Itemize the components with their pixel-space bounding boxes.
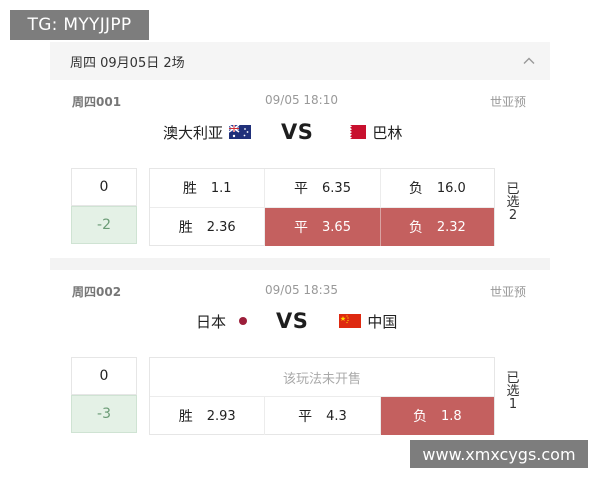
lose-odds: 2.32 <box>436 219 466 235</box>
japan-flag-icon <box>232 314 255 328</box>
handicap-negative-box: -2 <box>71 206 137 244</box>
draw-label: 平 <box>294 220 309 236</box>
day-group-header[interactable]: 周四 09月05日 2场 <box>50 42 550 80</box>
away-team-name: 中国 <box>367 312 398 331</box>
selected-count[interactable]: 已 选 1 <box>502 372 524 411</box>
watermark-top: TG: MYYJJPP <box>10 10 149 40</box>
teams-row: 澳大利亚 VS 巴林 <box>163 120 402 144</box>
odds-win-cell[interactable]: 胜 2.93 <box>150 397 266 435</box>
win-label: 胜 <box>182 181 197 197</box>
odds-lose-cell-selected[interactable]: 负 1.8 <box>380 397 494 435</box>
match-code: 周四001 <box>72 95 122 109</box>
win-odds: 2.93 <box>206 408 236 424</box>
lose-odds: 1.8 <box>440 408 462 424</box>
draw-odds: 4.3 <box>326 408 347 424</box>
odds-lose-cell-selected[interactable]: 负 2.32 <box>380 208 494 246</box>
lose-odds: 16.0 <box>436 180 466 196</box>
handicap-zero-box: 0 <box>71 357 137 395</box>
teams-row: 日本 VS 中国 <box>196 309 397 333</box>
league-name: 世亚预 <box>490 285 527 299</box>
draw-odds: 3.65 <box>322 219 351 235</box>
odds-lose-cell[interactable]: 负 16.0 <box>381 169 494 207</box>
odds-win-cell[interactable]: 胜 1.1 <box>150 169 266 207</box>
home-team-name: 日本 <box>196 312 227 331</box>
odds-row-handicap: 胜 2.36 平 3.65 负 2.32 <box>150 208 494 246</box>
australia-flag-icon <box>229 125 252 139</box>
vs-label: VS <box>276 309 309 333</box>
selected-number: 1 <box>508 397 518 412</box>
win-label: 胜 <box>178 220 193 236</box>
china-flag-icon <box>339 314 362 328</box>
not-on-sale-message: 该玩法未开售 <box>150 358 494 397</box>
section-divider <box>50 258 550 270</box>
selected-count[interactable]: 已 选 2 <box>502 183 524 222</box>
bahrain-flag-icon <box>344 125 367 139</box>
odds-grid: 该玩法未开售 胜 2.93 平 4.3 负 1.8 <box>149 357 495 435</box>
odds-win-cell[interactable]: 胜 2.36 <box>150 208 266 246</box>
home-team-name: 澳大利亚 <box>163 123 224 142</box>
watermark-bottom: www.xmxcygs.com <box>410 440 588 468</box>
draw-label: 平 <box>294 181 309 197</box>
win-odds: 2.36 <box>206 219 236 235</box>
odds-draw-cell[interactable]: 平 6.35 <box>265 169 381 207</box>
lose-label: 负 <box>412 409 427 425</box>
match-code: 周四002 <box>72 285 122 299</box>
odds-draw-cell-selected[interactable]: 平 3.65 <box>265 208 381 246</box>
selected-number: 2 <box>508 208 518 223</box>
win-odds: 1.1 <box>210 180 232 196</box>
draw-label: 平 <box>298 409 313 425</box>
match-datetime: 09/05 18:10 <box>265 93 338 107</box>
odds-row-handicap: 胜 2.93 平 4.3 负 1.8 <box>150 397 494 435</box>
lose-label: 负 <box>408 181 423 197</box>
away-team-name: 巴林 <box>372 123 403 142</box>
odds-draw-cell[interactable]: 平 4.3 <box>265 397 381 435</box>
league-name: 世亚预 <box>490 95 527 109</box>
vs-label: VS <box>281 120 314 144</box>
handicap-zero-box: 0 <box>71 168 137 206</box>
odds-row-normal: 胜 1.1 平 6.35 负 16.0 <box>150 169 494 208</box>
chevron-up-icon[interactable] <box>522 54 536 68</box>
win-label: 胜 <box>178 409 193 425</box>
day-header-label: 周四 09月05日 2场 <box>70 55 185 71</box>
handicap-negative-box: -3 <box>71 395 137 433</box>
match-datetime: 09/05 18:35 <box>265 283 338 297</box>
draw-odds: 6.35 <box>322 180 351 196</box>
lose-label: 负 <box>408 220 423 236</box>
odds-grid: 胜 1.1 平 6.35 负 16.0 胜 2.36 平 3.65 负 2.32 <box>149 168 495 246</box>
